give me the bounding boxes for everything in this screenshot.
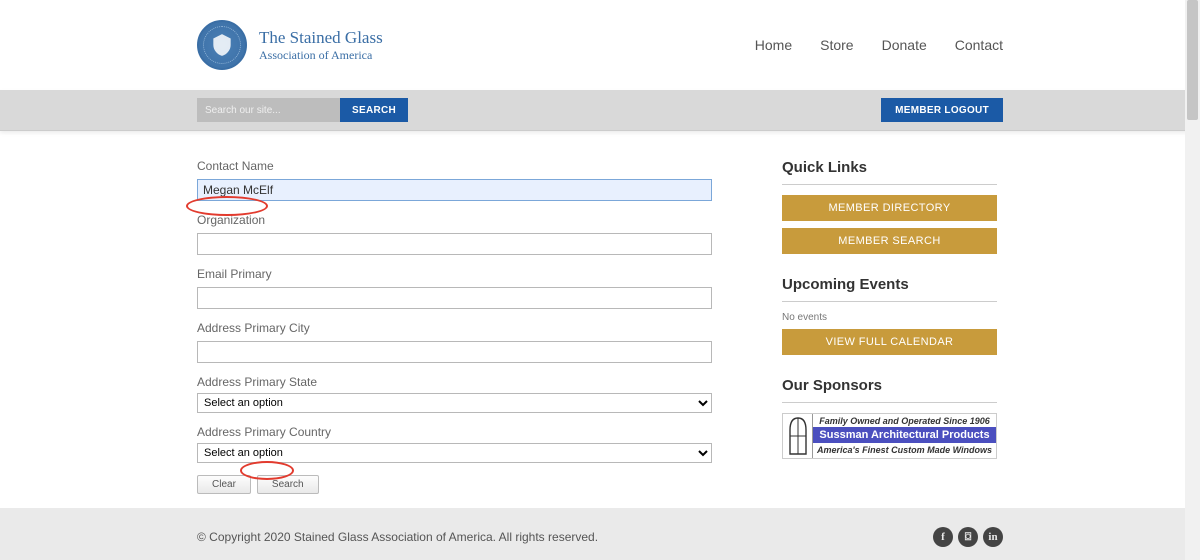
country-select[interactable]: Select an option bbox=[197, 443, 712, 463]
primary-nav: Home Store Donate Contact bbox=[755, 37, 1003, 53]
quick-links-section: Quick Links MEMBER DIRECTORY MEMBER SEAR… bbox=[782, 159, 997, 254]
upcoming-events-heading: Upcoming Events bbox=[782, 276, 997, 293]
email-input[interactable] bbox=[197, 287, 712, 309]
sponsors-heading: Our Sponsors bbox=[782, 377, 997, 394]
country-label: Address Primary Country bbox=[197, 425, 712, 439]
no-events-text: No events bbox=[782, 312, 997, 323]
organization-label: Organization bbox=[197, 213, 712, 227]
field-email: Email Primary bbox=[197, 267, 712, 309]
site-search-input[interactable] bbox=[197, 98, 340, 122]
form-button-row: Clear Search bbox=[197, 475, 712, 494]
member-logout-button[interactable]: MEMBER LOGOUT bbox=[881, 98, 1003, 122]
clear-button[interactable]: Clear bbox=[197, 475, 251, 494]
sponsor-text: Family Owned and Operated Since 1906 Sus… bbox=[813, 414, 996, 458]
vertical-scrollbar[interactable] bbox=[1185, 0, 1200, 560]
nav-contact[interactable]: Contact bbox=[955, 37, 1003, 53]
member-directory-button[interactable]: MEMBER DIRECTORY bbox=[782, 195, 997, 221]
scrollbar-thumb[interactable] bbox=[1187, 0, 1198, 120]
divider bbox=[782, 184, 997, 185]
field-country: Address Primary Country Select an option bbox=[197, 425, 712, 463]
city-input[interactable] bbox=[197, 341, 712, 363]
contact-name-label: Contact Name bbox=[197, 159, 712, 173]
state-select[interactable]: Select an option bbox=[197, 393, 712, 413]
site-header: The Stained Glass Association of America… bbox=[0, 0, 1200, 90]
brand-text: The Stained Glass Association of America bbox=[259, 28, 383, 63]
field-organization: Organization bbox=[197, 213, 712, 255]
sponsors-section: Our Sponsors Family Owned and Operated S… bbox=[782, 377, 997, 459]
linkedin-icon[interactable]: in bbox=[983, 527, 1003, 547]
instagram-icon[interactable]: ⌼ bbox=[958, 527, 978, 547]
field-city: Address Primary City bbox=[197, 321, 712, 363]
divider bbox=[782, 301, 997, 302]
field-state: Address Primary State Select an option bbox=[197, 375, 712, 413]
view-full-calendar-button[interactable]: VIEW FULL CALENDAR bbox=[782, 329, 997, 355]
sponsor-line2: Sussman Architectural Products bbox=[813, 427, 996, 443]
sidebar: Quick Links MEMBER DIRECTORY MEMBER SEAR… bbox=[782, 159, 997, 494]
email-label: Email Primary bbox=[197, 267, 712, 281]
upcoming-events-section: Upcoming Events No events VIEW FULL CALE… bbox=[782, 276, 997, 355]
search-button[interactable]: Search bbox=[257, 475, 319, 494]
facebook-icon[interactable]: f bbox=[933, 527, 953, 547]
window-icon bbox=[783, 414, 813, 458]
main-content: Contact Name Organization Email Primary … bbox=[0, 131, 1200, 514]
copyright-text: © Copyright 2020 Stained Glass Associati… bbox=[197, 530, 598, 544]
search-form: Contact Name Organization Email Primary … bbox=[197, 159, 712, 494]
sponsor-banner[interactable]: Family Owned and Operated Since 1906 Sus… bbox=[782, 413, 997, 459]
social-links: f ⌼ in bbox=[933, 527, 1003, 547]
field-contact-name: Contact Name bbox=[197, 159, 712, 201]
brand-line1: The Stained Glass bbox=[259, 28, 383, 48]
logo-seal-icon bbox=[197, 20, 247, 70]
state-label: Address Primary State bbox=[197, 375, 712, 389]
nav-home[interactable]: Home bbox=[755, 37, 792, 53]
quick-links-heading: Quick Links bbox=[782, 159, 997, 176]
nav-store[interactable]: Store bbox=[820, 37, 853, 53]
brand-line2: Association of America bbox=[259, 48, 383, 63]
site-search-button[interactable]: SEARCH bbox=[340, 98, 408, 122]
city-label: Address Primary City bbox=[197, 321, 712, 335]
brand-block[interactable]: The Stained Glass Association of America bbox=[197, 20, 383, 70]
sponsor-line3: America's Finest Custom Made Windows bbox=[813, 443, 996, 456]
member-search-button[interactable]: MEMBER SEARCH bbox=[782, 228, 997, 254]
divider bbox=[782, 402, 997, 403]
nav-donate[interactable]: Donate bbox=[882, 37, 927, 53]
sponsor-line1: Family Owned and Operated Since 1906 bbox=[813, 414, 996, 427]
contact-name-input[interactable] bbox=[197, 179, 712, 201]
site-footer: © Copyright 2020 Stained Glass Associati… bbox=[0, 508, 1200, 560]
site-search: SEARCH bbox=[197, 98, 408, 122]
organization-input[interactable] bbox=[197, 233, 712, 255]
utility-bar: SEARCH MEMBER LOGOUT bbox=[0, 90, 1200, 131]
